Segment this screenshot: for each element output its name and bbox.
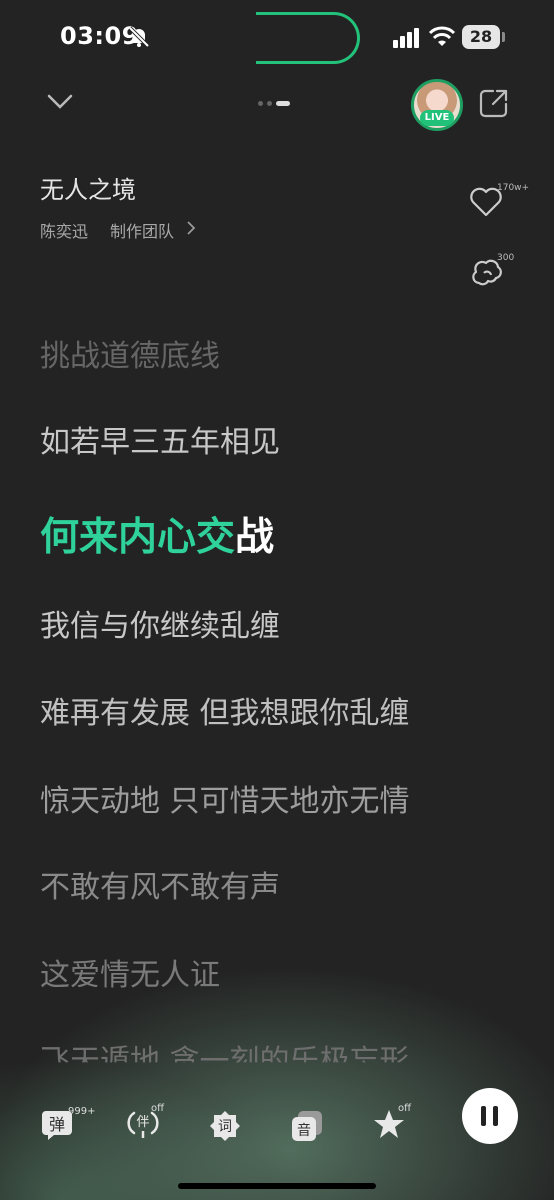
page-indicator[interactable] [258, 100, 298, 108]
production-team-link[interactable]: 制作团队 [110, 218, 174, 242]
player-screen: 03:09 28 LIVE 无人之境 陈奕迅 制作团队 170w+ 300 挑战… [0, 0, 554, 1200]
current-lyric-sung: 何来内心交 [40, 515, 236, 560]
svg-text:伴: 伴 [136, 1115, 149, 1130]
signal-icon [393, 28, 419, 48]
share-icon[interactable] [479, 88, 509, 118]
lyric-line[interactable]: 飞天遁地 贪一刻的乐极忘形 [40, 1036, 410, 1062]
lyric-line[interactable]: 这爱情无人证 [40, 950, 220, 994]
effect-state: off [398, 1103, 412, 1114]
accompany-state: off [151, 1103, 165, 1114]
lyric-line[interactable]: 不敢有风不敢有声 [40, 862, 280, 906]
lyric-line[interactable]: 惊天动地 只可惜天地亦无情 [40, 776, 410, 820]
like-count: 170w+ [497, 183, 530, 193]
svg-text:弹: 弹 [49, 1115, 65, 1134]
lyric-line[interactable]: 挑战道德底线 [40, 331, 220, 375]
lyrics-settings-icon[interactable]: 词 [208, 1109, 242, 1143]
battery-indicator: 28 [462, 25, 500, 49]
live-badge: LIVE [420, 110, 454, 126]
home-indicator [178, 1183, 376, 1189]
collapse-chevron-down-icon[interactable] [46, 90, 74, 112]
dynamic-island [256, 12, 360, 64]
chevron-right-icon [187, 221, 196, 235]
bell-off-icon [128, 26, 150, 48]
danmu-count: 999+ [68, 1106, 96, 1117]
lyric-line[interactable]: 我信与你继续乱缠 [40, 601, 280, 645]
comment-count: 300 [497, 253, 515, 263]
current-lyric-unsung: 战 [235, 515, 275, 560]
sound-quality-icon[interactable]: 音 [290, 1109, 324, 1143]
lyric-line[interactable]: 难再有发展 但我想跟你乱缠 [40, 688, 410, 732]
svg-text:音: 音 [297, 1122, 311, 1139]
pause-button[interactable] [462, 1088, 518, 1144]
battery-tip [502, 32, 505, 42]
song-title: 无人之境 [40, 176, 136, 204]
lyric-line[interactable]: 如若早三五年相见 [40, 417, 280, 461]
current-lyric-line[interactable]: 何来内心交战 [40, 506, 274, 562]
artist-link[interactable]: 陈奕迅 [40, 218, 88, 242]
svg-text:词: 词 [218, 1119, 232, 1135]
wifi-icon [428, 26, 456, 46]
